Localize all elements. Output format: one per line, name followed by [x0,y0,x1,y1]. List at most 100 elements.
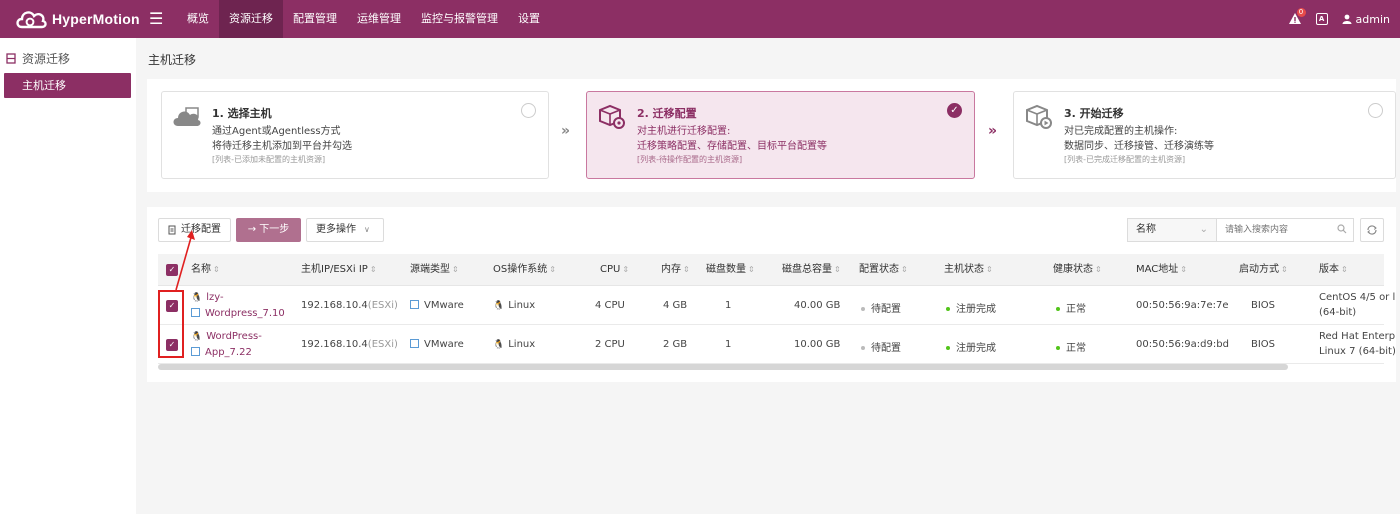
search-input[interactable] [1217,218,1354,242]
column-header-host-status[interactable]: 主机状态 ⇕ [944,254,993,286]
sidebar-item-host-migration[interactable]: 主机迁移 [4,73,131,98]
cpu-value: 2 CPU [595,339,625,350]
os-type: 🐧 Linux [493,339,536,350]
disk-total: 40.00 GB [794,300,841,311]
step-note: [列表-待操作配置的主机资源] [637,155,743,164]
boot-mode: BIOS [1251,300,1276,311]
linux-icon: 🐧 [493,301,505,311]
nav-item-config-management[interactable]: 配置管理 [283,0,347,38]
horizontal-scrollbar[interactable] [158,364,1288,370]
sidebar: 资源迁移 主机迁移 [0,38,136,514]
main-nav: 概览 资源迁移 配置管理 运维管理 监控与报警管理 设置 [177,0,550,38]
memory-value: 4 GB [663,300,688,311]
cpu-value: 4 CPU [595,300,625,311]
step-desc-line: 对主机进行迁移配置: [637,126,731,137]
host-table-card: 迁移配置 → 下一步 更多操作 ∨ 名称 ⌄ ✓ 名称⇕ 主机IP/ESXi I… [147,207,1396,382]
alert-icon[interactable]: 0 [1288,8,1306,26]
boot-mode: BIOS [1251,339,1276,350]
column-header-ip[interactable]: 主机IP/ESXi IP ⇕ [301,254,377,286]
column-header-disk-count[interactable]: 磁盘数量 ⇕ [706,254,755,286]
chevron-right-icon: » [988,123,998,139]
config-status: 待配置 [861,300,901,315]
search-field-value: 名称 [1136,224,1156,235]
host-name-link[interactable]: 🐧 WordPress- App_7.22 [191,329,262,360]
source-type: VMware [410,300,464,311]
mac-address: 00:50:56:9a:7e:7e [1136,300,1229,311]
step-migration-config[interactable]: 2. 迁移配置 对主机进行迁移配置: 迁移策略配置、存储配置、目标平台配置等 [… [586,91,975,179]
nav-item-overview[interactable]: 概览 [177,0,219,38]
vmware-icon [410,339,419,348]
nav-item-monitoring-alerts[interactable]: 监控与报警管理 [411,0,508,38]
step-desc-line: 将待迁移主机添加到平台并勾选 [212,141,352,152]
step-title: 3. 开始迁移 [1064,107,1124,120]
disk-total: 10.00 GB [794,339,841,350]
mac-address: 00:50:56:9a:d9:bd [1136,339,1229,350]
steps-card: 1. 选择主机 通过Agent或Agentless方式 将待迁移主机添加到平台并… [147,79,1396,192]
next-step-button[interactable]: → 下一步 [236,218,301,242]
page-title: 主机迁移 [148,53,197,67]
column-header-os[interactable]: OS操作系统 ⇕ [493,254,556,286]
vm-icon [191,347,200,356]
column-header-mac[interactable]: MAC地址 ⇕ [1136,254,1187,286]
alert-count-badge: 0 [1296,8,1306,17]
column-header-cpu[interactable]: CPU ⇕ [600,254,629,286]
linux-icon: 🐧 [191,332,203,342]
search-icon[interactable] [1337,224,1347,234]
table-header: ✓ 名称 ⇕ 主机IP/ESXi IP ⇕ 源端类型 ⇕ OS操作系统 ⇕ CPU ⇕ 内… [158,254,1384,286]
chevron-down-icon: ⌄ [1199,224,1208,235]
step-radio[interactable] [521,103,536,118]
user-icon [1342,14,1352,24]
disk-count: 1 [725,339,732,350]
column-header-health[interactable]: 健康状态 ⇕ [1053,254,1102,286]
step-start-migration[interactable]: 3. 开始迁移 对已完成配置的主机操作: 数据同步、迁移接管、迁移演练等 [列表… [1013,91,1396,179]
step-check-icon[interactable]: ✓ [947,103,962,118]
more-actions-button[interactable]: 更多操作 ∨ [306,218,384,242]
server-icon [6,53,16,64]
column-header-source[interactable]: 源端类型 ⇕ [410,254,459,286]
step-select-host[interactable]: 1. 选择主机 通过Agent或Agentless方式 将待迁移主机添加到平台并… [161,91,549,179]
sidebar-group-label: 资源迁移 [22,52,71,66]
logo: HyperMotion [0,7,140,31]
cloud-host-icon [173,107,201,126]
linux-icon: 🐧 [493,340,505,350]
step-radio[interactable] [1368,103,1383,118]
app-name: HyperMotion [52,11,140,27]
top-right-tools: 0 A admin [1288,0,1390,38]
column-header-memory[interactable]: 内存 ⇕ [661,254,690,286]
health-status: 正常 [1056,339,1086,354]
step-note: [列表-已添加未配置的主机资源] [212,155,326,164]
migrate-box-icon [1026,104,1052,129]
step-desc-line: 数据同步、迁移接管、迁移演练等 [1064,141,1214,152]
user-menu[interactable]: admin [1342,13,1390,26]
language-icon[interactable]: A [1315,13,1328,25]
step-desc-line: 迁移策略配置、存储配置、目标平台配置等 [637,141,827,152]
disk-count: 1 [725,300,732,311]
menu-icon[interactable]: ☰ [149,11,165,27]
os-type: 🐧 Linux [493,300,536,311]
host-ip: 192.168.10.4(ESXi) [301,300,398,311]
health-status: 正常 [1056,300,1086,315]
nav-item-ops-management[interactable]: 运维管理 [347,0,411,38]
annotation-arrow-icon [175,230,195,291]
host-status: 注册完成 [946,300,996,315]
step-desc-line: 对已完成配置的主机操作: [1064,126,1178,137]
column-header-disk-total[interactable]: 磁盘总容量 ⇕ [782,254,841,286]
sidebar-group-resource-migration[interactable]: 资源迁移 [0,38,136,67]
table-row[interactable]: ✓ 🐧 lzy- Wordpress_7.10 192.168.10.4(ESXi… [158,286,1395,325]
config-status: 待配置 [861,339,901,354]
nav-item-resource-migration[interactable]: 资源迁移 [219,0,283,38]
host-ip: 192.168.10.4(ESXi) [301,339,398,350]
refresh-button[interactable] [1360,218,1384,242]
vmware-icon [410,300,419,309]
step-desc-line: 通过Agent或Agentless方式 [212,126,341,137]
search-field-select[interactable]: 名称 ⌄ [1127,218,1217,242]
column-header-version[interactable]: 版本 ⇕ [1319,254,1348,286]
table-row[interactable]: ✓ 🐧 WordPress- App_7.22 192.168.10.4(ESXi… [158,325,1396,364]
os-version: Red Hat Enterp Linux 7 (64-bit) [1319,331,1396,357]
highlight-box [158,290,184,358]
column-header-boot[interactable]: 启动方式 ⇕ [1239,254,1288,286]
step-title: 1. 选择主机 [212,107,272,120]
nav-item-settings[interactable]: 设置 [508,0,550,38]
column-header-config-status[interactable]: 配置状态 ⇕ [859,254,908,286]
host-name-link[interactable]: 🐧 lzy- Wordpress_7.10 [191,290,285,321]
